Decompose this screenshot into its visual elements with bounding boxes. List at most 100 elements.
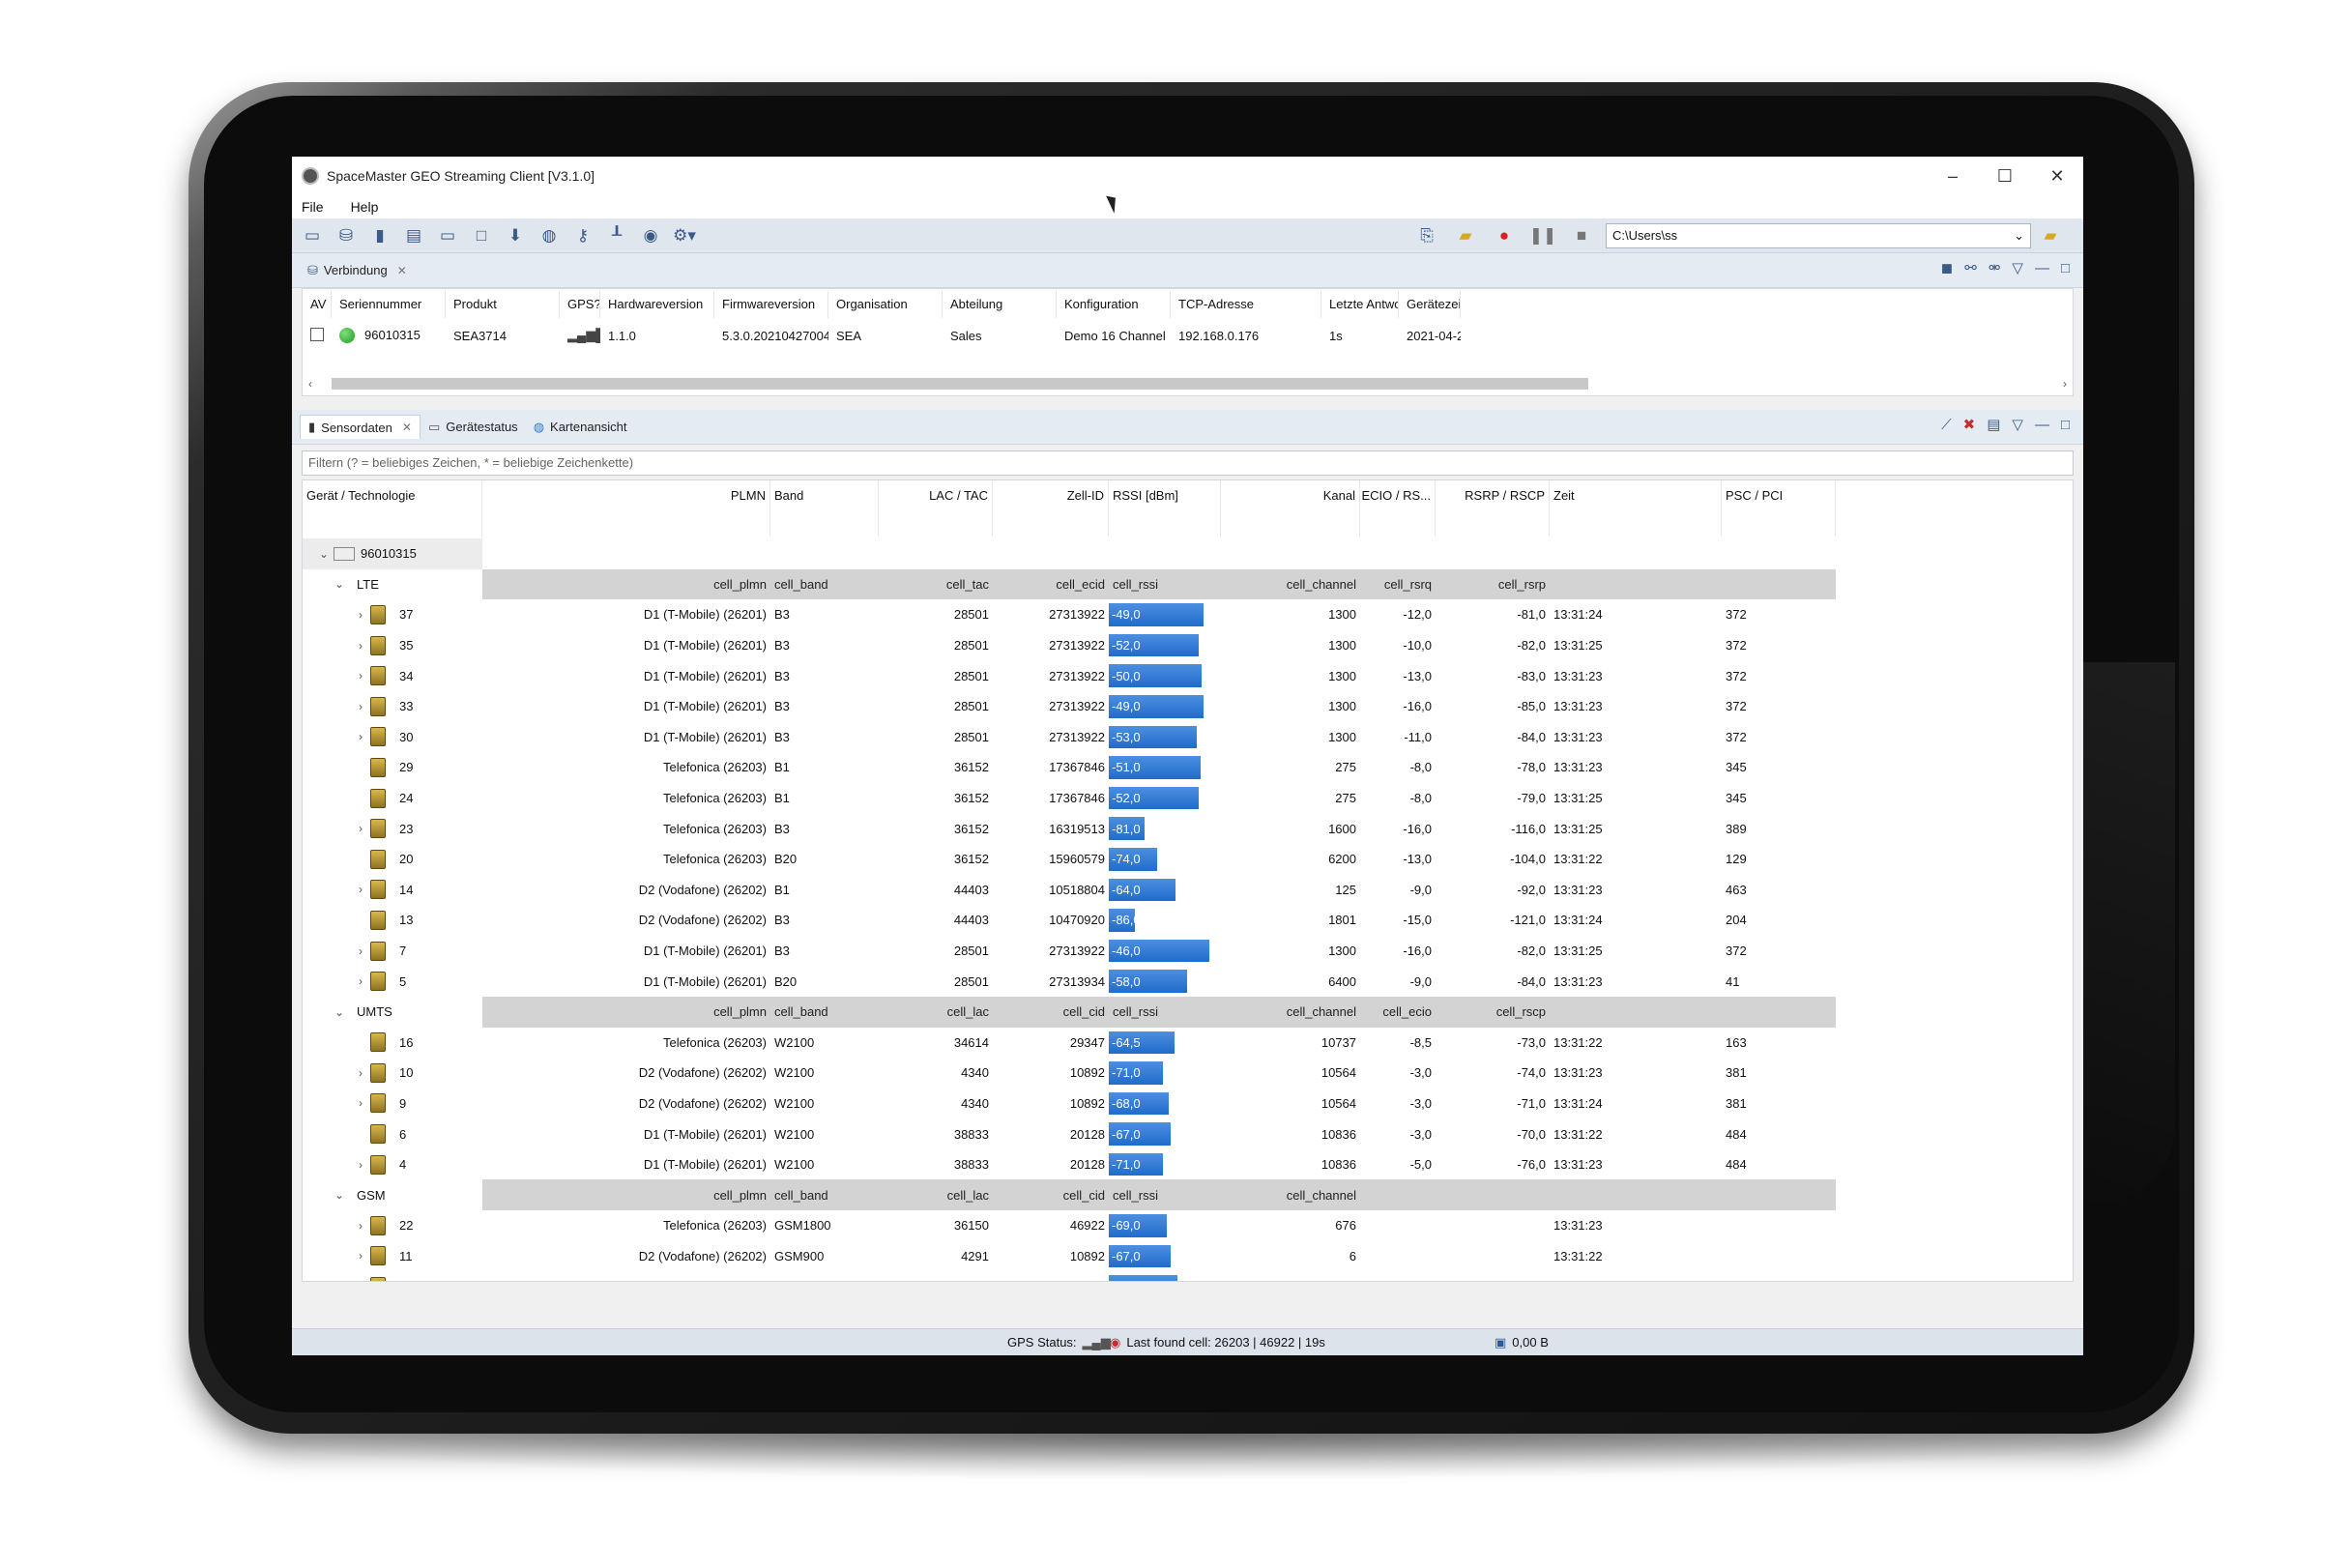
chevron-right-icon[interactable]: › xyxy=(351,608,370,622)
col-psc-pci[interactable]: PSC / PCI xyxy=(1722,480,1836,537)
chevron-down-icon[interactable]: ⌄ xyxy=(314,547,334,561)
clear-icon[interactable]: ⟋ xyxy=(1941,417,1952,433)
connect-icon[interactable]: ⛁ xyxy=(332,222,361,249)
frame-icon[interactable]: □ xyxy=(467,222,496,249)
filter-input[interactable]: Filtern (? = beliebiges Zeichen, * = bel… xyxy=(302,450,2074,476)
browse-folder-icon[interactable]: ▰ xyxy=(2036,222,2065,249)
pause-icon[interactable]: ❚❚ xyxy=(1528,222,1557,249)
chevron-down-icon[interactable]: ⌄ xyxy=(330,1005,349,1019)
chevron-down-icon[interactable]: ⌄ xyxy=(330,1188,349,1202)
col-rssi[interactable]: RSSI [dBm] xyxy=(1109,480,1221,537)
view-menu-icon[interactable]: ▽ xyxy=(2012,416,2023,433)
tab-kartenansicht[interactable]: ◍ Kartenansicht xyxy=(526,416,635,439)
col-firmwareversion[interactable]: Firmwareversion xyxy=(714,291,828,318)
chevron-down-icon[interactable]: ⌄ xyxy=(2014,228,2024,244)
col-ecio[interactable]: ECIO / RS... xyxy=(1360,480,1436,537)
sim-icon[interactable]: ▤ xyxy=(399,222,428,249)
export-icon[interactable]: ⎘ xyxy=(1412,222,1441,249)
scrollbar-thumb[interactable] xyxy=(332,378,1588,390)
refresh-icon[interactable]: ◼ xyxy=(1941,259,1953,276)
col-letzte-antwort[interactable]: Letzte Antwort xyxy=(1321,291,1399,318)
export-icon[interactable]: ▤ xyxy=(1987,416,2000,433)
stop-icon[interactable]: ■ xyxy=(1567,222,1596,249)
cell-row[interactable]: › 5 D1 (T-Mobile) (26201) B20 28501 27313934-… xyxy=(303,966,2073,997)
cell-row[interactable]: 16 Telefonica (26203) W2100 34614 29347 -64,5… xyxy=(303,1028,2073,1059)
cell-row[interactable]: › 9 D2 (Vodafone) (26202) W2100 4340 10892 -68… xyxy=(303,1089,2073,1119)
scroll-right-icon[interactable]: › xyxy=(2057,377,2073,391)
chevron-right-icon[interactable]: › xyxy=(351,730,370,743)
unlink-icon[interactable]: ⚮ xyxy=(1988,259,2001,276)
col-geraetezeit[interactable]: Gerätezeit xyxy=(1399,291,1461,318)
col-abteilung[interactable]: Abteilung xyxy=(943,291,1057,318)
col-geraet-technologie[interactable]: Gerät / Technologie xyxy=(303,480,482,537)
menu-help[interactable]: Help xyxy=(351,199,379,215)
import-icon[interactable]: ⬇ xyxy=(501,222,530,249)
chevron-right-icon[interactable]: › xyxy=(351,822,370,835)
cell-row[interactable]: 20 Telefonica (26203) B20 36152 15960579 -74,… xyxy=(303,844,2073,875)
chevron-right-icon[interactable]: › xyxy=(351,1249,370,1263)
cell-row[interactable]: › 11 D2 (Vodafone) (26202) GSM900 4291 10892-… xyxy=(303,1241,2073,1272)
folder-icon[interactable]: ▰ xyxy=(1451,222,1480,249)
cell-row[interactable]: 29 Telefonica (26203) B1 36152 17367846 -51,0… xyxy=(303,752,2073,783)
cell-row[interactable]: › 33 D1 (T-Mobile) (26201) B3 28501 27313922-… xyxy=(303,691,2073,722)
cell-row[interactable]: 6 D1 (T-Mobile) (26201) W2100 38833 20128 -67… xyxy=(303,1118,2073,1149)
chevron-right-icon[interactable]: › xyxy=(351,1096,370,1110)
av-checkbox[interactable] xyxy=(310,327,324,341)
link-icon[interactable]: ⚯ xyxy=(1964,259,1977,276)
group-row-gsm[interactable]: ⌄ GSM cell_plmn cell_band cell_lac cell_cid ce… xyxy=(303,1179,2073,1211)
cell-row[interactable]: 24 Telefonica (26203) B1 36152 17367846 -52,0… xyxy=(303,783,2073,814)
cell-row[interactable]: › 34 D1 (T-Mobile) (26201) B3 28501 27313922-… xyxy=(303,660,2073,691)
cell-row[interactable]: › 35 D1 (T-Mobile) (26201) B3 28501 27313922-… xyxy=(303,630,2073,661)
settings-icon[interactable]: ⚙▾ xyxy=(670,222,699,249)
new-icon[interactable]: ▭ xyxy=(298,222,327,249)
col-plmn[interactable]: PLMN xyxy=(482,480,770,537)
maximize-panel-icon[interactable]: □ xyxy=(2061,260,2070,276)
col-hardwareversion[interactable]: Hardwareversion xyxy=(600,291,714,318)
minimize-panel-icon[interactable]: — xyxy=(2035,260,2049,276)
close-button[interactable]: ✕ xyxy=(2031,157,2083,195)
col-rsrp[interactable]: RSRP / RSCP xyxy=(1436,480,1550,537)
col-zell-id[interactable]: Zell-ID xyxy=(993,480,1109,537)
horizontal-scrollbar[interactable]: ‹ › xyxy=(303,376,2073,392)
cell-row[interactable]: › 10 D2 (Vodafone) (26202) W2100 4340 10892 -7… xyxy=(303,1058,2073,1089)
cell-row[interactable]: › 23 Telefonica (26203) B3 36152 16319513 -81,… xyxy=(303,813,2073,844)
col-kanal[interactable]: Kanal xyxy=(1221,480,1360,537)
signal-icon[interactable]: ◉ xyxy=(636,222,665,249)
tab-geraetestatus[interactable]: ▭ Gerätestatus xyxy=(421,416,526,439)
chevron-right-icon[interactable]: › xyxy=(351,1219,370,1233)
col-organisation[interactable]: Organisation xyxy=(828,291,943,318)
group-row-umts[interactable]: ⌄ UMTS cell_plmn cell_band cell_lac cell_cid c… xyxy=(303,996,2073,1028)
col-seriennummer[interactable]: Seriennummer xyxy=(332,291,446,318)
chevron-right-icon[interactable]: › xyxy=(351,639,370,653)
tab-sensordaten[interactable]: ▮ Sensordaten ✕ xyxy=(300,415,421,439)
globe-icon[interactable]: ◍ xyxy=(535,222,564,249)
cell-row[interactable]: › 37 D1 (T-Mobile) (26201) B3 28501 27313922-… xyxy=(303,599,2073,630)
maximize-button[interactable]: ☐ xyxy=(1979,157,2031,195)
col-konfiguration[interactable]: Konfiguration xyxy=(1057,291,1171,318)
chevron-right-icon[interactable]: › xyxy=(351,1280,370,1281)
sensor-icon[interactable]: ▮ xyxy=(365,222,394,249)
minimize-panel-icon[interactable]: — xyxy=(2035,417,2049,433)
cell-row[interactable]: › 30 D1 (T-Mobile) (26201) B3 28501 27313922-… xyxy=(303,722,2073,753)
cell-row[interactable]: › 4 D1 (T-Mobile) (26201) W2100 38833 20128 -7… xyxy=(303,1149,2073,1180)
antenna-icon[interactable]: ┸ xyxy=(602,222,631,249)
device-row[interactable]: ⌄ 96010315 xyxy=(303,538,2073,569)
cell-row[interactable]: › 1 D1 (T-Mobile) (26201)GSM90038726238-63… xyxy=(303,1271,2073,1281)
chevron-right-icon[interactable]: › xyxy=(351,944,370,958)
scroll-left-icon[interactable]: ‹ xyxy=(303,377,318,391)
close-icon[interactable]: ✕ xyxy=(397,264,407,277)
chevron-right-icon[interactable]: › xyxy=(351,1066,370,1080)
col-gps[interactable]: GPS? xyxy=(560,291,600,318)
chevron-down-icon[interactable]: ⌄ xyxy=(330,577,349,591)
col-zeit[interactable]: Zeit xyxy=(1550,480,1722,537)
chevron-right-icon[interactable]: › xyxy=(351,974,370,988)
menu-file[interactable]: File xyxy=(302,199,324,215)
close-icon[interactable]: ✕ xyxy=(402,421,412,434)
record-icon[interactable]: ● xyxy=(1490,222,1519,249)
output-path-input[interactable]: C:\Users\ss ⌄ xyxy=(1606,223,2031,248)
cell-row[interactable]: › 7 D1 (T-Mobile) (26201) B3 28501 27313922 -4… xyxy=(303,936,2073,967)
connection-row[interactable]: 96010315 SEA3714 ▂▄▆█ 1.1.0 5.3.0.202104… xyxy=(303,320,2073,351)
col-produkt[interactable]: Produkt xyxy=(446,291,560,318)
cell-row[interactable]: 13 D2 (Vodafone) (26202) B3 44403 10470920 -8… xyxy=(303,905,2073,936)
delete-icon[interactable]: ✖ xyxy=(1963,416,1976,433)
